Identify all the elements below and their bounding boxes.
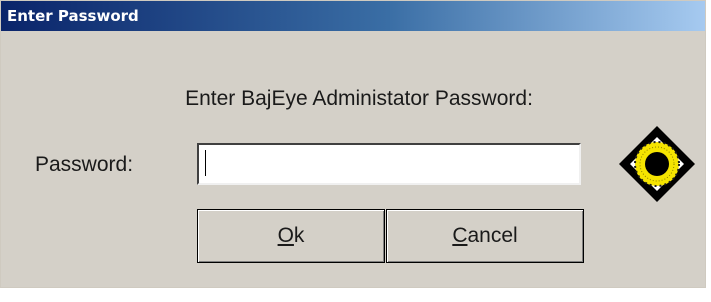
enter-password-dialog: Enter Password Enter BajEye Administator… [0, 0, 706, 288]
ok-mnemonic: O [277, 224, 294, 247]
text-caret [205, 150, 206, 176]
password-input[interactable] [197, 143, 581, 185]
title-bar[interactable]: Enter Password [1, 1, 705, 31]
cancel-mnemonic: C [452, 224, 468, 247]
cancel-label-rest: ancel [467, 224, 518, 247]
ok-button[interactable]: Ok [197, 209, 385, 263]
ok-label-rest: k [293, 224, 305, 247]
cancel-button[interactable]: Cancel [386, 209, 584, 263]
bajeye-eye-icon [619, 126, 695, 202]
window-title: Enter Password [7, 7, 139, 25]
password-prompt: Enter BajEye Administator Password: [185, 87, 533, 110]
password-label: Password: [35, 153, 134, 176]
